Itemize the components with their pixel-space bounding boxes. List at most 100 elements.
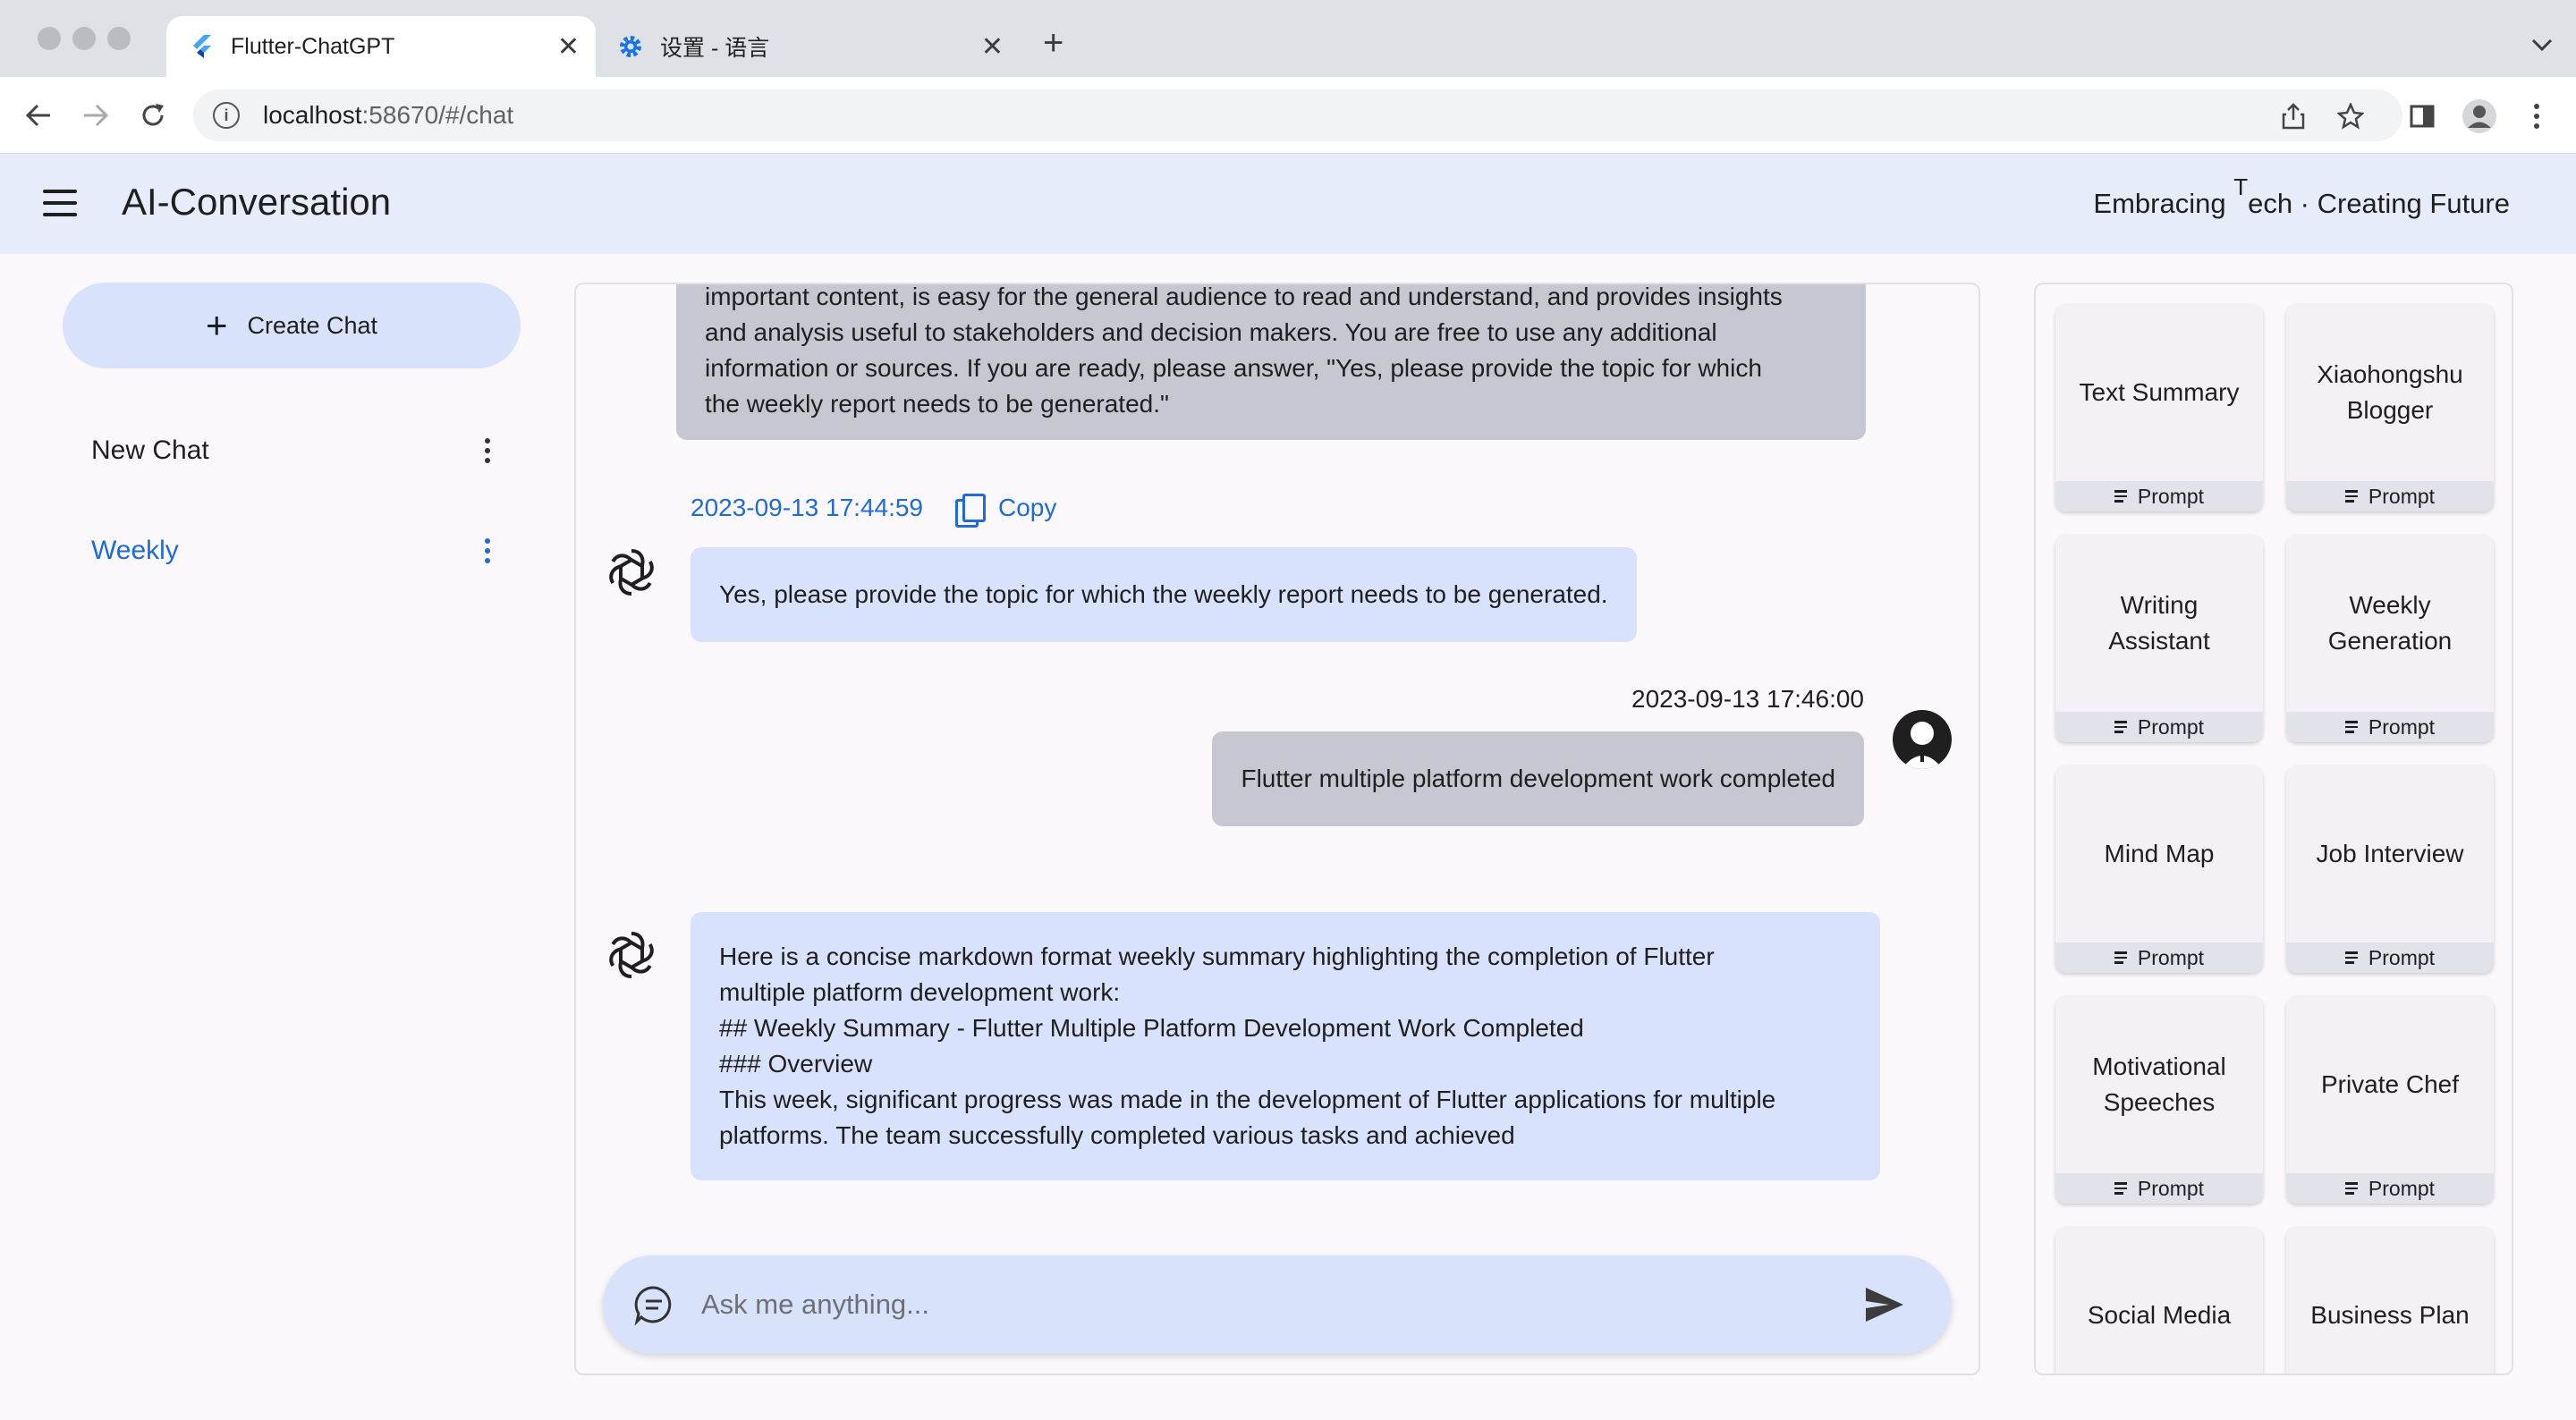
- browser-toolbar: i localhost:58670/#/chat: [0, 77, 2576, 154]
- prompt-card-social-media[interactable]: Social Media Prompt: [2055, 1227, 2263, 1374]
- share-icon[interactable]: [2274, 97, 2313, 136]
- chat-bubble-icon: [633, 1284, 674, 1326]
- tab-close-icon[interactable]: ✕: [557, 31, 580, 63]
- chat-item-label: New Chat: [91, 435, 209, 465]
- plus-icon: +: [205, 304, 228, 346]
- message-line: This week, significant progress was made…: [719, 1086, 1776, 1113]
- message-line: Here is a concise markdown format weekly…: [719, 942, 1715, 970]
- chat-input[interactable]: [701, 1289, 1862, 1321]
- prompt-card-title: Weekly Generation: [2327, 591, 2453, 655]
- notes-icon: [2114, 1182, 2127, 1195]
- message-timestamp: 2023-09-13 17:46:00: [1631, 685, 1864, 713]
- site-info-icon[interactable]: i: [213, 102, 240, 129]
- openai-icon: [603, 544, 660, 601]
- ai-message-bubble: Yes, please provide the topic for which …: [691, 547, 1637, 642]
- send-icon[interactable]: [1862, 1282, 1907, 1327]
- prompt-card-title: Text Summary: [2079, 378, 2240, 406]
- address-bar[interactable]: i localhost:58670/#/chat: [193, 89, 2402, 141]
- prompt-card-mind-map[interactable]: Mind Map Prompt: [2055, 765, 2263, 973]
- chat-panel: important content, is easy for the gener…: [574, 283, 1980, 1375]
- prompt-card-text-summary[interactable]: Text Summary Prompt: [2055, 304, 2263, 511]
- prompt-card-title: Writing Assistant: [2108, 591, 2210, 655]
- more-vert-icon[interactable]: [485, 538, 490, 563]
- prompt-card-title: Private Chef: [2320, 1070, 2460, 1098]
- back-icon[interactable]: [18, 95, 59, 136]
- create-chat-button[interactable]: + Create Chat: [63, 283, 521, 368]
- message-line: information or sources. If you are ready…: [705, 354, 1762, 382]
- side-panel-icon[interactable]: [2402, 97, 2442, 136]
- browser-tabstrip: Flutter-ChatGPT ✕ 设置 - 语言 ✕ +: [0, 0, 2576, 77]
- url-text: localhost:58670/#/chat: [263, 101, 514, 129]
- prompt-card-footer: Prompt: [2286, 712, 2494, 742]
- app-bar: AI-Conversation Embracing Tech · Creatin…: [0, 154, 2576, 254]
- message-line: multiple platform development work:: [719, 978, 1121, 1006]
- tab-title: 设置 - 语言: [660, 36, 770, 61]
- window-zoom-button[interactable]: [107, 27, 131, 50]
- message-line: Flutter multiple platform development wo…: [1241, 765, 1835, 792]
- flutter-icon: [188, 33, 215, 60]
- browser-menu-icon[interactable]: [2517, 97, 2556, 136]
- prompt-card-title: Job Interview: [2316, 840, 2464, 867]
- message-line: important content, is easy for the gener…: [705, 283, 1783, 310]
- window-close-button[interactable]: [38, 27, 61, 50]
- prompt-card-footer: Prompt: [2055, 712, 2263, 742]
- prompt-card-title: Xiaohongshu Blogger: [2317, 360, 2463, 424]
- message-line: Yes, please provide the topic for which …: [719, 580, 1608, 608]
- prompt-card-job-interview[interactable]: Job Interview Prompt: [2286, 765, 2494, 973]
- prompt-card-footer: Prompt: [2055, 1173, 2263, 1204]
- chat-list-item[interactable]: New Chat: [91, 424, 503, 478]
- prompt-card-title: Motivational Speeches: [2092, 1052, 2226, 1116]
- user-avatar: [1893, 710, 1952, 769]
- menu-icon[interactable]: [43, 190, 77, 216]
- message-meta: 2023-09-13 17:44:59 Copy: [691, 494, 1056, 528]
- prompt-card-business-plan[interactable]: Business Plan Prompt: [2286, 1227, 2494, 1374]
- notes-icon: [2344, 721, 2358, 733]
- notes-icon: [2114, 721, 2127, 733]
- prompt-card-footer: Prompt: [2055, 481, 2263, 511]
- window-minimize-button[interactable]: [72, 27, 96, 50]
- ai-message-bubble: Here is a concise markdown format weekly…: [691, 912, 1880, 1180]
- notes-icon: [2114, 951, 2127, 964]
- new-tab-button[interactable]: +: [1043, 25, 1063, 61]
- prompt-card-footer: Prompt: [2055, 942, 2263, 973]
- tab-title: Flutter-ChatGPT: [231, 33, 395, 59]
- bookmark-star-icon[interactable]: [2331, 97, 2370, 136]
- notes-icon: [2344, 490, 2358, 503]
- browser-tab-flutter-chatgpt[interactable]: Flutter-ChatGPT ✕: [166, 16, 596, 77]
- reload-icon[interactable]: [132, 95, 174, 136]
- chat-input-bar: [603, 1255, 1952, 1354]
- prompt-card-title: Social Media: [2087, 1301, 2232, 1329]
- prompt-card-writing-assistant[interactable]: Writing Assistant Prompt: [2055, 535, 2263, 742]
- prompt-card-motivational-speeches[interactable]: Motivational Speeches Prompt: [2055, 996, 2263, 1204]
- profile-icon[interactable]: [2460, 97, 2499, 136]
- message-line: platforms. The team successfully complet…: [719, 1121, 1515, 1149]
- tab-close-icon[interactable]: ✕: [981, 31, 1004, 63]
- message-line: and analysis useful to stakeholders and …: [705, 318, 1717, 346]
- prompt-card-title: Mind Map: [2104, 840, 2215, 867]
- message-timestamp: 2023-09-13 17:44:59: [691, 494, 923, 521]
- prompt-card-weekly-generation[interactable]: Weekly Generation Prompt: [2286, 535, 2494, 742]
- copy-button[interactable]: Copy: [998, 494, 1056, 522]
- prompt-card-footer: Prompt: [2286, 481, 2494, 511]
- app-title: AI-Conversation: [122, 181, 392, 223]
- more-vert-icon[interactable]: [485, 438, 490, 463]
- notes-icon: [2344, 1182, 2358, 1195]
- main-area: + Create Chat New Chat Weekly important …: [0, 254, 2576, 1420]
- message-line: ## Weekly Summary - Flutter Multiple Pla…: [719, 1014, 1584, 1042]
- gear-icon: [617, 33, 644, 60]
- chat-list-item-selected[interactable]: Weekly: [91, 524, 503, 578]
- message-line: the weekly report needs to be generated.…: [705, 390, 1169, 418]
- prompt-card-private-chef[interactable]: Private Chef Prompt: [2286, 996, 2494, 1204]
- notes-icon: [2344, 951, 2358, 964]
- openai-icon: [603, 926, 660, 984]
- user-message-bubble: Flutter multiple platform development wo…: [1212, 731, 1864, 826]
- forward-icon[interactable]: [75, 95, 116, 136]
- user-message-bubble: important content, is easy for the gener…: [676, 283, 1866, 440]
- prompt-card-title: Business Plan: [2310, 1301, 2470, 1329]
- copy-icon[interactable]: [955, 494, 986, 528]
- message-line: ### Overview: [719, 1050, 873, 1078]
- notes-icon: [2114, 490, 2127, 503]
- tab-search-chevron-icon[interactable]: [2531, 30, 2553, 58]
- browser-tab-settings[interactable]: 设置 - 语言 ✕: [596, 16, 1020, 77]
- prompt-card-xiaohongshu-blogger[interactable]: Xiaohongshu Blogger Prompt: [2286, 304, 2494, 511]
